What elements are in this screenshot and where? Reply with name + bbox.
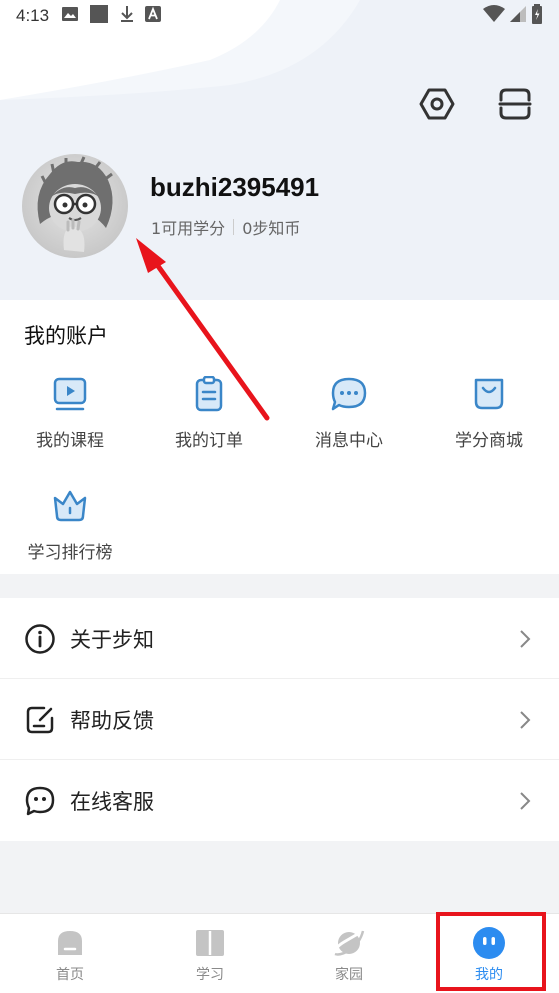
bottom-nav: 首页 学习 家园 我的 <box>0 913 559 993</box>
menu-item-label: 关于步知 <box>70 627 154 652</box>
crown-icon <box>50 486 90 526</box>
account-item-label: 消息中心 <box>315 431 383 451</box>
menu-item-support[interactable]: 在线客服 <box>0 760 559 841</box>
stats-divider <box>233 219 235 235</box>
stop-icon <box>89 4 109 28</box>
top-area: 4:13 buzhi2395491 1可用学分 0步知币 我的账户 我的课程 我… <box>0 0 559 574</box>
shopping-bag-icon <box>469 374 509 414</box>
course-play-icon <box>50 374 90 414</box>
planet-icon <box>332 926 366 960</box>
nav-label: 首页 <box>56 967 84 983</box>
user-stats: 1可用学分 0步知币 <box>151 215 300 239</box>
signal-icon <box>509 5 527 28</box>
mine-face-icon <box>472 926 506 960</box>
avatar[interactable] <box>22 154 128 258</box>
chevron-right-icon <box>519 791 535 811</box>
font-icon <box>145 5 162 27</box>
account-item-label: 学习排行榜 <box>27 543 113 563</box>
message-bubble-icon <box>329 374 369 414</box>
nav-label: 学习 <box>196 967 224 983</box>
feedback-edit-icon <box>24 704 56 736</box>
account-item-label: 学分商城 <box>455 431 523 451</box>
info-circle-icon <box>24 623 56 655</box>
wifi-icon <box>483 4 505 28</box>
settings-button[interactable] <box>417 84 457 124</box>
scan-icon <box>498 88 532 120</box>
credits-count[interactable]: 1可用学分 <box>151 215 225 239</box>
status-icons-right <box>483 3 543 29</box>
status-bar: 4:13 <box>0 0 559 32</box>
scan-button[interactable] <box>495 84 535 124</box>
nav-tab-study[interactable]: 学习 <box>140 914 280 993</box>
menu-item-about[interactable]: 关于步知 <box>0 598 559 679</box>
chevron-right-icon <box>519 710 535 730</box>
home-icon <box>53 926 87 960</box>
download-icon <box>119 5 135 28</box>
coins-count[interactable]: 0步知币 <box>242 215 300 239</box>
menu-list: 关于步知 帮助反馈 在线客服 <box>0 598 559 841</box>
status-time: 4:13 <box>16 6 50 25</box>
status-icons-left <box>61 4 162 28</box>
account-item-mall[interactable]: 学分商城 <box>439 374 539 454</box>
menu-item-label: 帮助反馈 <box>70 708 154 733</box>
account-item-courses[interactable]: 我的课程 <box>20 374 120 454</box>
menu-item-label: 在线客服 <box>70 789 154 814</box>
avatar-cartoon-icon <box>37 156 113 252</box>
account-item-messages[interactable]: 消息中心 <box>299 374 399 454</box>
account-section-title: 我的账户 <box>24 324 108 348</box>
menu-item-feedback[interactable]: 帮助反馈 <box>0 679 559 760</box>
account-item-orders[interactable]: 我的订单 <box>159 374 259 454</box>
order-clipboard-icon <box>189 374 229 414</box>
nav-tab-home[interactable]: 首页 <box>0 914 140 993</box>
chevron-right-icon <box>519 629 535 649</box>
settings-hexagon-icon <box>419 88 455 120</box>
nav-label: 我的 <box>475 967 503 983</box>
battery-icon <box>531 3 543 29</box>
account-item-leaderboard[interactable]: 学习排行榜 <box>20 486 120 566</box>
account-item-label: 我的课程 <box>36 431 104 451</box>
nav-tab-mine[interactable]: 我的 <box>419 914 559 993</box>
username: buzhi2395491 <box>150 172 320 202</box>
chat-service-icon <box>24 785 56 817</box>
nav-label: 家园 <box>335 967 363 983</box>
account-item-label: 我的订单 <box>175 431 243 451</box>
book-icon <box>193 926 227 960</box>
image-icon <box>61 6 79 27</box>
nav-tab-community[interactable]: 家园 <box>279 914 419 993</box>
